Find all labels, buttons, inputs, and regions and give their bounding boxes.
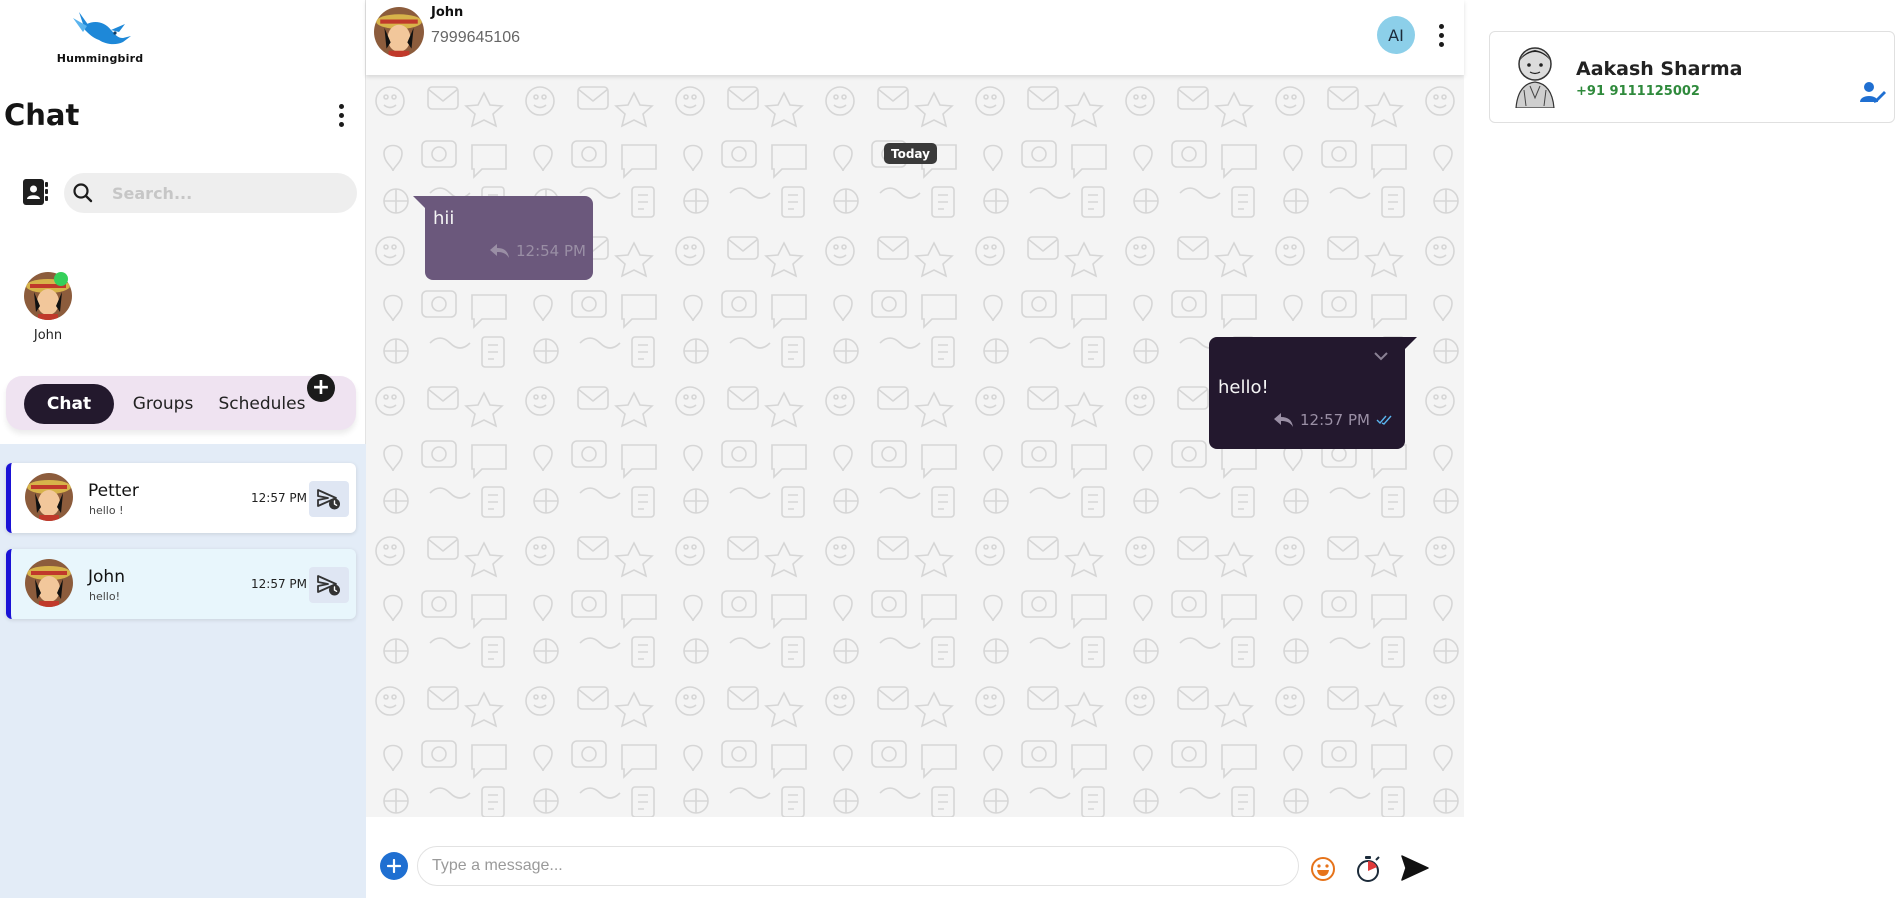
contacts-book-button[interactable] bbox=[20, 176, 50, 208]
avatar bbox=[25, 559, 73, 607]
message-bubble-outgoing[interactable]: hello! 12:57 PM bbox=[1209, 337, 1417, 449]
add-button[interactable]: + bbox=[307, 374, 335, 402]
chat-item-petter[interactable]: Petter hello ! 12:57 PM bbox=[6, 463, 356, 533]
message-meta: 12:57 PM bbox=[1272, 411, 1394, 429]
kebab-dot bbox=[338, 121, 344, 127]
schedule-send-icon bbox=[317, 489, 340, 510]
double-check-icon bbox=[1376, 415, 1392, 425]
chat-header: John 7999645106 AI bbox=[366, 0, 1464, 75]
profile-panel: Aakash Sharma +91 9111125002 bbox=[1464, 0, 1903, 898]
message-text: hii bbox=[433, 208, 455, 229]
avatar[interactable] bbox=[1506, 42, 1564, 108]
ai-button[interactable]: AI bbox=[1377, 16, 1415, 54]
reply-icon[interactable] bbox=[488, 242, 510, 260]
message-meta: 12:54 PM bbox=[488, 242, 586, 260]
message-time: 12:57 PM bbox=[1300, 411, 1370, 429]
chat-item-name: Petter bbox=[88, 481, 139, 501]
app-root: Hummingbird Chat Search... John Chat Gro… bbox=[0, 0, 1903, 898]
tabs-bar: Chat Groups Schedules bbox=[6, 376, 356, 430]
search-box bbox=[64, 173, 357, 213]
emoji-icon[interactable] bbox=[1310, 856, 1336, 882]
profile-phone: +91 9111125002 bbox=[1576, 84, 1700, 99]
chat-item-preview: hello ! bbox=[89, 504, 124, 517]
chat-item-time: 12:57 PM bbox=[251, 491, 307, 505]
attach-button[interactable] bbox=[380, 852, 408, 880]
message-area: Today hii 12:54 PM hello! 12:57 PM bbox=[366, 75, 1464, 817]
kebab-dot bbox=[1438, 32, 1444, 38]
schedule-send-button[interactable] bbox=[309, 567, 349, 603]
story-john[interactable]: John bbox=[20, 272, 76, 343]
reply-icon[interactable] bbox=[1272, 411, 1294, 429]
sidebar: Hummingbird Chat Search... John Chat Gro… bbox=[0, 0, 366, 898]
message-bubble-incoming[interactable]: hii 12:54 PM bbox=[413, 196, 593, 280]
schedule-send-button[interactable] bbox=[309, 481, 349, 517]
kebab-dot bbox=[338, 103, 344, 109]
schedule-send-icon bbox=[317, 575, 340, 596]
tab-chat[interactable]: Chat bbox=[24, 384, 114, 424]
contact-phone: 7999645106 bbox=[431, 29, 520, 46]
brand-name: Hummingbird bbox=[56, 52, 144, 65]
tab-groups[interactable]: Groups bbox=[118, 384, 208, 424]
tab-schedules[interactable]: Schedules bbox=[210, 384, 314, 424]
date-divider: Today bbox=[884, 143, 937, 164]
chat-item-preview: hello! bbox=[89, 590, 120, 603]
online-indicator bbox=[54, 272, 68, 286]
chevron-down-icon[interactable] bbox=[1373, 351, 1389, 361]
chat-item-time: 12:57 PM bbox=[251, 577, 307, 591]
search-input[interactable] bbox=[112, 183, 332, 203]
composer bbox=[366, 817, 1464, 898]
message-text: hello! bbox=[1218, 377, 1269, 398]
hummingbird-logo-icon bbox=[73, 12, 131, 45]
sidebar-menu-button[interactable] bbox=[331, 101, 351, 129]
search-icon bbox=[73, 183, 93, 203]
avatar[interactable] bbox=[374, 7, 424, 57]
chat-item-john[interactable]: John hello! 12:57 PM bbox=[6, 549, 356, 619]
chat-item-name: John bbox=[88, 567, 125, 587]
profile-card: Aakash Sharma +91 9111125002 bbox=[1489, 31, 1895, 123]
contacts-book-icon bbox=[23, 179, 48, 205]
chat-menu-button[interactable] bbox=[1431, 21, 1451, 49]
kebab-dot bbox=[1438, 23, 1444, 29]
avatar bbox=[25, 473, 73, 521]
contact-name: John bbox=[431, 5, 464, 20]
chat-panel: John 7999645106 AI Today hii 12:54 PM he… bbox=[366, 0, 1464, 898]
profile-name: Aakash Sharma bbox=[1576, 58, 1743, 80]
edit-contact-icon[interactable] bbox=[1859, 80, 1887, 104]
message-input[interactable] bbox=[417, 846, 1299, 886]
kebab-dot bbox=[338, 112, 344, 118]
timer-icon[interactable] bbox=[1354, 854, 1382, 884]
plus-icon bbox=[387, 859, 401, 873]
chat-list: Petter hello ! 12:57 PM John hello! 12:5… bbox=[0, 444, 366, 898]
avatar-image bbox=[25, 473, 73, 521]
kebab-dot bbox=[1438, 41, 1444, 47]
plus-icon: + bbox=[311, 375, 331, 400]
story-name: John bbox=[33, 328, 63, 343]
brand-logo[interactable]: Hummingbird bbox=[52, 8, 148, 70]
send-icon[interactable] bbox=[1400, 854, 1430, 882]
message-time: 12:54 PM bbox=[516, 242, 586, 260]
sidebar-title: Chat bbox=[4, 98, 80, 132]
avatar-image bbox=[374, 7, 424, 57]
avatar-image bbox=[25, 559, 73, 607]
